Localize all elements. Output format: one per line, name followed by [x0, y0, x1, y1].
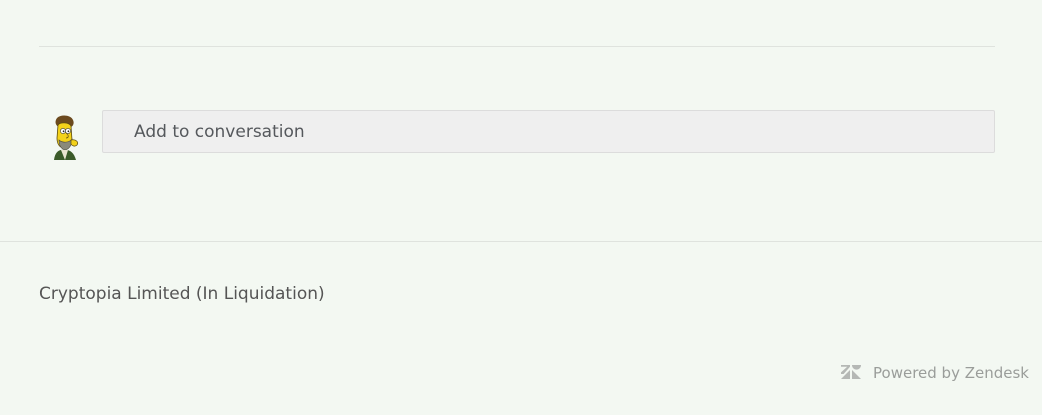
- footer-divider: [0, 241, 1042, 242]
- comment-section: Add to conversation: [39, 108, 995, 160]
- add-to-conversation-input[interactable]: Add to conversation: [102, 110, 995, 153]
- top-divider: [39, 46, 995, 47]
- avatar-icon: [54, 115, 78, 160]
- user-avatar: [45, 114, 83, 160]
- add-to-conversation-placeholder: Add to conversation: [134, 121, 305, 142]
- zendesk-logo-icon: [841, 365, 862, 381]
- powered-by-label: Powered by Zendesk: [873, 364, 1029, 382]
- company-name: Cryptopia Limited (In Liquidation): [39, 284, 325, 304]
- powered-by-zendesk-link[interactable]: Powered by Zendesk: [841, 364, 1029, 382]
